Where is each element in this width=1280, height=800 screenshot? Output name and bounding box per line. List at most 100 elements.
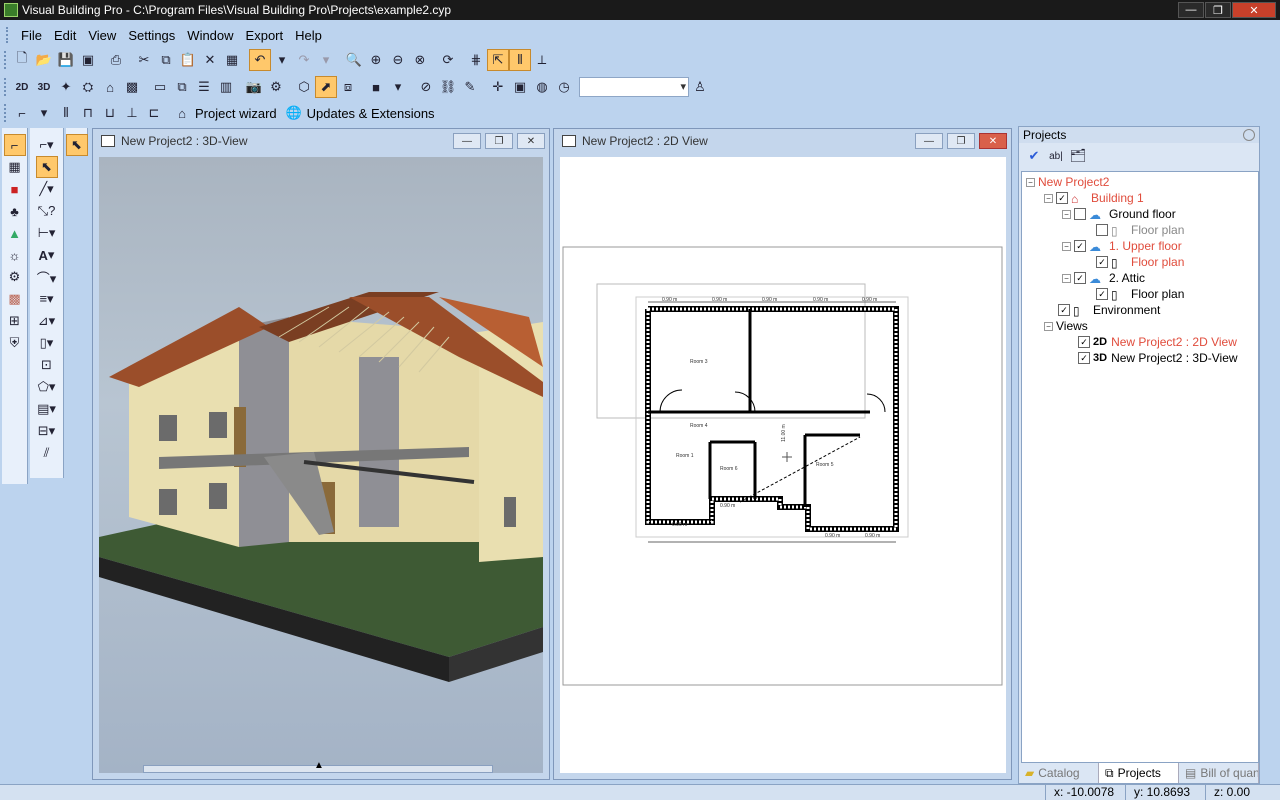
globe-icon[interactable]: ◍ [531, 76, 553, 98]
line-icon[interactable]: ╱▾ [36, 178, 58, 200]
tree-item-views[interactable]: − Views [1022, 318, 1258, 334]
updates-globe-icon[interactable]: 🌐 [283, 102, 305, 124]
wall-draw-icon[interactable]: ⌐▾ [36, 134, 58, 156]
scroll-arrow-icon[interactable]: ▲ [314, 760, 324, 771]
visibility-checkbox[interactable] [1074, 208, 1086, 220]
texture-icon[interactable]: ▩ [121, 76, 143, 98]
visibility-checkbox[interactable]: ✓ [1056, 192, 1068, 204]
visibility-checkbox[interactable]: ✓ [1078, 352, 1090, 364]
cascade-icon[interactable]: ⧉ [171, 76, 193, 98]
house-icon[interactable]: ⌂ [99, 76, 121, 98]
tree-item-floor-plan[interactable]: ▯ Floor plan [1022, 222, 1258, 238]
menu-export[interactable]: Export [240, 28, 290, 43]
save-all-icon[interactable]: ▣ [77, 49, 99, 71]
view-3d-icon[interactable]: 3D [33, 76, 55, 98]
visibility-checkbox[interactable]: ✓ [1096, 256, 1108, 268]
close-button[interactable]: ✕ [1232, 2, 1276, 18]
menu-settings[interactable]: Settings [122, 28, 181, 43]
pillar-icon[interactable]: ▯▾ [36, 332, 58, 354]
stairs-tool-icon[interactable]: ⊟▾ [36, 420, 58, 442]
visibility-checkbox[interactable] [1096, 224, 1108, 236]
properties-icon[interactable]: 🗂 [1067, 145, 1089, 167]
color-dropdown-icon[interactable]: ▾ [387, 76, 409, 98]
wall-dropdown-icon[interactable]: ▾ [33, 102, 55, 124]
maximize-button[interactable]: ❐ [1205, 2, 1231, 18]
tree-item-view-2d[interactable]: ✓ 2D New Project2 : 2D View [1022, 334, 1258, 350]
tree-item-building[interactable]: − ✓ ⌂ Building 1 [1022, 190, 1258, 206]
open-folder-icon[interactable]: 📂 [33, 49, 55, 71]
view-3d-titlebar[interactable]: New Project2 : 3D-View — ❐ ✕ [93, 129, 549, 153]
box-icon[interactable]: ⊡ [36, 354, 58, 376]
guides-icon[interactable]: ⦀ [509, 49, 531, 71]
zoom-fit-icon[interactable]: ⊗ [409, 49, 431, 71]
minimize-button[interactable]: — [1178, 2, 1204, 18]
hatch-icon[interactable]: ≡▾ [36, 288, 58, 310]
wall-tool-icon[interactable]: ⌐ [11, 102, 33, 124]
view-2d-canvas[interactable]: 0.90 m 0.90 m 0.90 m 0.90 m 0.90 m 0.90 … [560, 157, 1006, 773]
copy-icon[interactable]: ⧉ [155, 49, 177, 71]
new-file-icon[interactable]: 🗋 [11, 49, 33, 71]
updates-button[interactable]: Updates & Extensions [305, 106, 441, 121]
redo-dropdown-icon[interactable]: ▾ [315, 49, 337, 71]
tree-item-floor-plan[interactable]: ✓ ▯ Floor plan [1022, 254, 1258, 270]
view-3d-horizontal-scrollbar[interactable]: ▲ [143, 760, 493, 773]
tree-item-upper-floor[interactable]: − ✓ ☁ 1. Upper floor [1022, 238, 1258, 254]
refresh-icon[interactable]: ⟳ [437, 49, 459, 71]
tab-projects[interactable]: ⧉ Projects [1099, 763, 1179, 783]
stairs-icon[interactable]: ⫽ [36, 442, 58, 464]
settings-tool-icon[interactable]: ⚙ [265, 76, 287, 98]
view-2d-window[interactable]: New Project2 : 2D View — ❐ ✕ 0.90 m 0.90… [553, 128, 1012, 780]
door-icon[interactable]: ⊓ [77, 102, 99, 124]
crosshair-icon[interactable]: ✛ [487, 76, 509, 98]
cursor-icon[interactable]: ⬈ [315, 76, 337, 98]
terrain-icon[interactable]: ▲ [4, 222, 26, 244]
tile-horizontal-icon[interactable]: ☰ [193, 76, 215, 98]
tile-vertical-icon[interactable]: ▥ [215, 76, 237, 98]
link-icon[interactable]: ⊘ [415, 76, 437, 98]
menu-edit[interactable]: Edit [48, 28, 82, 43]
toolbar-grip[interactable] [4, 51, 7, 69]
person-icon[interactable]: ♙ [689, 76, 711, 98]
collapse-icon[interactable]: − [1062, 273, 1071, 283]
tree-item-project[interactable]: − New Project2 [1022, 174, 1258, 190]
screenshot-icon[interactable]: 📷 [243, 76, 265, 98]
project-wizard-button[interactable]: Project wizard [193, 106, 283, 121]
brush-icon[interactable]: ✎ [459, 76, 481, 98]
color-icon[interactable]: ■ [365, 76, 387, 98]
menu-view[interactable]: View [82, 28, 122, 43]
toolbar-grip[interactable] [6, 27, 9, 43]
undo-icon[interactable]: ↶ [249, 49, 271, 71]
toolbar-grip[interactable] [4, 78, 7, 96]
clock-icon[interactable]: ◷ [553, 76, 575, 98]
text-icon[interactable]: A ▾ [36, 244, 58, 266]
material-icon[interactable]: ■ [4, 178, 26, 200]
cut-icon[interactable]: ✂ [133, 49, 155, 71]
polyline-icon[interactable]: ⌒▾ [36, 266, 58, 288]
tree-item-environment[interactable]: ✓ ▯ Environment [1022, 302, 1258, 318]
view-3d-close-button[interactable]: ✕ [517, 133, 545, 149]
visibility-checkbox[interactable]: ✓ [1058, 304, 1070, 316]
collapse-icon[interactable]: − [1026, 177, 1035, 187]
fence-icon[interactable]: ⊞ [4, 310, 26, 332]
grid-tool-icon[interactable]: ▦ [4, 156, 26, 178]
texture-tool-icon[interactable]: ▩ [4, 288, 26, 310]
undo-dropdown-icon[interactable]: ▾ [271, 49, 293, 71]
zoom-out-icon[interactable]: ⊖ [387, 49, 409, 71]
collapse-icon[interactable]: − [1062, 209, 1071, 219]
tree-icon[interactable]: ♣ [4, 200, 26, 222]
collapse-icon[interactable]: − [1062, 241, 1071, 251]
grid-tool-icon[interactable]: ▦ [221, 49, 243, 71]
rename-icon[interactable]: ab| [1045, 145, 1067, 167]
view-2d-maximize-button[interactable]: ❐ [947, 133, 975, 149]
view-3d-minimize-button[interactable]: — [453, 133, 481, 149]
visibility-checkbox[interactable]: ✓ [1096, 288, 1108, 300]
render-icon[interactable]: ⛭ [77, 76, 99, 98]
layers-icon[interactable]: ⧈ [337, 76, 359, 98]
slab-icon[interactable]: ⊿▾ [36, 310, 58, 332]
tab-bill-of-quantities[interactable]: ▤Bill of quantiti... [1179, 763, 1259, 783]
visibility-checkbox[interactable]: ✓ [1074, 272, 1086, 284]
grid-icon[interactable]: ⋕ [465, 49, 487, 71]
frame-icon[interactable]: ▣ [509, 76, 531, 98]
shape-icon[interactable]: ⬠▾ [36, 376, 58, 398]
plan-tool-icon[interactable]: ⌐ [3, 134, 26, 156]
